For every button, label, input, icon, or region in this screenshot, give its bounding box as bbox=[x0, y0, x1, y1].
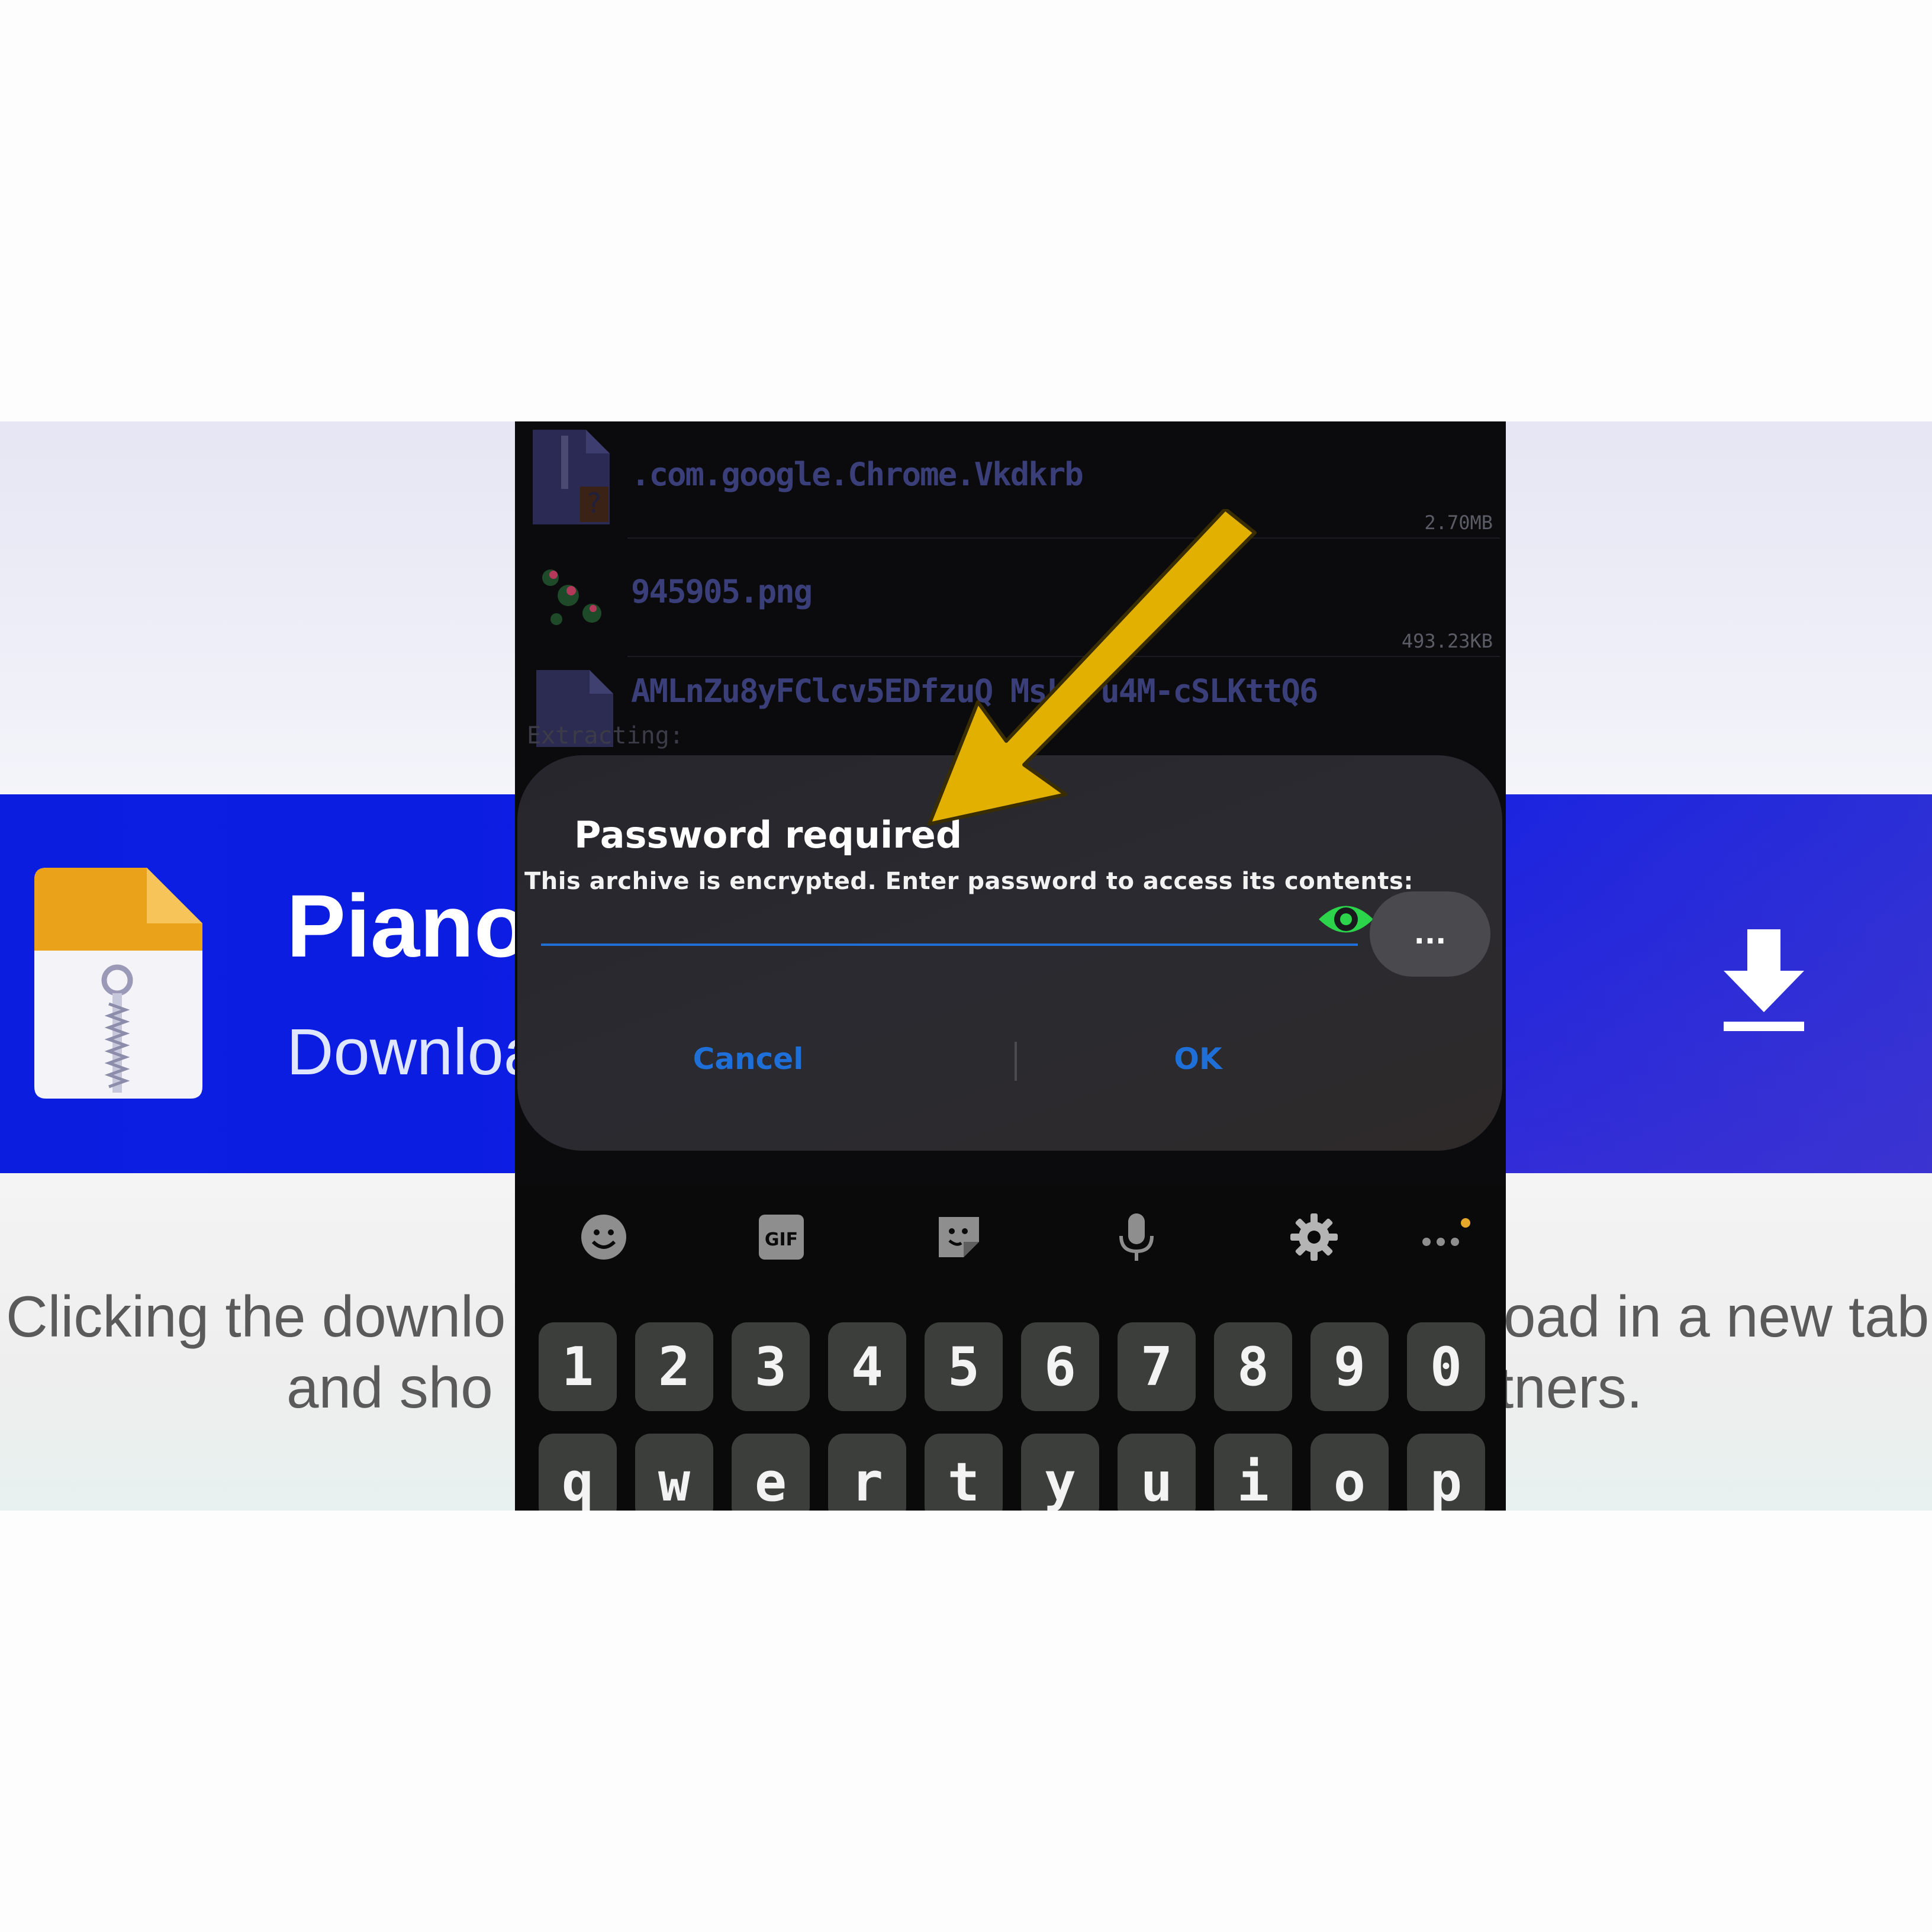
microphone-icon[interactable] bbox=[1107, 1208, 1166, 1267]
svg-text:?: ? bbox=[587, 487, 601, 519]
key-w[interactable]: w bbox=[635, 1434, 713, 1511]
zip-file-icon bbox=[34, 868, 202, 1099]
key-3[interactable]: 3 bbox=[732, 1322, 810, 1411]
key-4[interactable]: 4 bbox=[828, 1322, 906, 1411]
password-input[interactable] bbox=[541, 894, 1358, 946]
gif-icon[interactable]: GIF bbox=[752, 1208, 811, 1267]
key-r[interactable]: r bbox=[828, 1434, 906, 1511]
settings-gear-icon[interactable] bbox=[1284, 1208, 1344, 1267]
key-5[interactable]: 5 bbox=[925, 1322, 1003, 1411]
cancel-button[interactable]: Cancel bbox=[659, 1032, 837, 1086]
dialog-title: Password required bbox=[574, 813, 962, 856]
more-options-button[interactable]: ... bbox=[1370, 891, 1490, 977]
file-size: 2.70MB bbox=[1424, 511, 1493, 534]
key-1[interactable]: 1 bbox=[539, 1322, 617, 1411]
key-2[interactable]: 2 bbox=[635, 1322, 713, 1411]
key-p[interactable]: p bbox=[1407, 1434, 1485, 1511]
file-name: .com.google.Chrome.Vkdkrb bbox=[631, 456, 1084, 493]
key-7[interactable]: 7 bbox=[1118, 1322, 1196, 1411]
key-t[interactable]: t bbox=[925, 1434, 1003, 1511]
key-i[interactable]: i bbox=[1214, 1434, 1292, 1511]
more-options-icon[interactable] bbox=[1415, 1208, 1474, 1267]
eye-icon[interactable] bbox=[1316, 899, 1376, 940]
key-6[interactable]: 6 bbox=[1021, 1322, 1099, 1411]
extracting-status: Extracting: bbox=[527, 722, 684, 749]
button-divider bbox=[1015, 1042, 1017, 1081]
banner-subtitle: Downloa bbox=[286, 1016, 540, 1089]
file-size: 493.23KB bbox=[1401, 630, 1493, 652]
key-q[interactable]: q bbox=[539, 1434, 617, 1511]
notice-text-left-2: and sho bbox=[286, 1355, 493, 1420]
key-u[interactable]: u bbox=[1118, 1434, 1196, 1511]
key-y[interactable]: y bbox=[1021, 1434, 1099, 1511]
unknown-archive-icon: ? bbox=[533, 430, 610, 524]
key-o[interactable]: o bbox=[1310, 1434, 1389, 1511]
banner-title: Piano bbox=[286, 876, 529, 975]
key-9[interactable]: 9 bbox=[1310, 1322, 1389, 1411]
key-8[interactable]: 8 bbox=[1214, 1322, 1292, 1411]
key-0[interactable]: 0 bbox=[1407, 1322, 1485, 1411]
gif-label: GIF bbox=[765, 1229, 798, 1250]
key-e[interactable]: e bbox=[732, 1434, 810, 1511]
emoji-icon[interactable] bbox=[574, 1208, 633, 1267]
sticker-icon[interactable] bbox=[929, 1208, 988, 1267]
notice-text-right-1: oad in a new tab bbox=[1503, 1284, 1930, 1349]
download-arrow-icon[interactable] bbox=[1717, 929, 1811, 1036]
notice-text-right-2: tners. bbox=[1498, 1355, 1643, 1420]
dialog-message: This archive is encrypted. Enter passwor… bbox=[524, 868, 1413, 895]
file-name: 945905.png bbox=[631, 573, 813, 610]
yellow-arrow-icon bbox=[928, 509, 1257, 826]
notice-text-left-1: Clicking the downlo bbox=[6, 1284, 506, 1349]
image-thumbnail bbox=[542, 569, 601, 625]
ok-button[interactable]: OK bbox=[1109, 1032, 1287, 1086]
on-screen-keyboard: GIF 1 2 3 4 5 6 7 8 9 0 q w e r t y u i … bbox=[515, 1185, 1506, 1511]
